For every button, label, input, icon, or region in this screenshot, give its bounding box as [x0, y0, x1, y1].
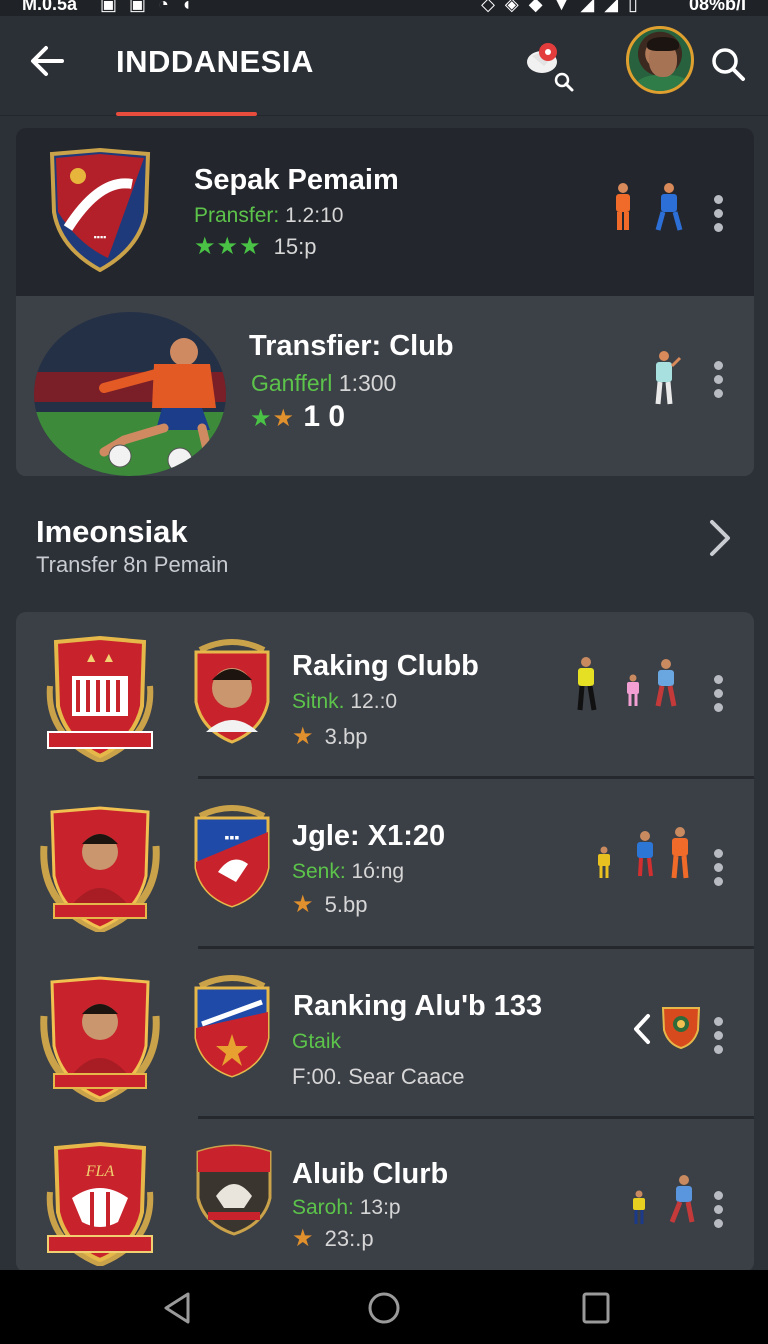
whistle-search-icon: [527, 43, 574, 92]
nav-recents-icon[interactable]: [576, 1288, 616, 1328]
club-badge-icon: [661, 1007, 701, 1050]
more-options-button[interactable]: [708, 358, 728, 398]
more-options-button[interactable]: [708, 672, 728, 712]
status-notification-icons: ▣▣◔◖: [100, 0, 204, 14]
section-subtitle: Transfer 8n Pemain: [36, 552, 229, 577]
section-header[interactable]: Imeonsiak Transfer 8n Pemain: [0, 490, 768, 600]
featured-subtitle: Ganfferl 1:300: [251, 370, 397, 396]
back-button[interactable]: [26, 40, 68, 82]
status-bar: M.0.5a ▣▣◔◖ ◇◈◆▼◢◢▯ 08%b/I: [0, 0, 768, 16]
player-crest-icon: [194, 639, 270, 744]
list-item-title: Aluib Clurb: [292, 1158, 449, 1190]
divider: [198, 1116, 754, 1119]
section-title: Imeonsiak: [36, 514, 188, 549]
player-figure-icon: [616, 183, 630, 230]
club-crest-icon: FLA: [46, 1142, 154, 1266]
search-icon: [712, 48, 745, 81]
featured-row[interactable]: Transfier: Club Ganfferl 1:300 ★★ 1 0: [16, 296, 754, 476]
page-title: INDDANESIA: [116, 44, 314, 79]
list-item-title: Ranking Alu'b 133: [293, 990, 543, 1022]
featured-card: ▪▪▪▪ Sepak Pemaim Pransfer: 1.2:10 ★★★ 1…: [16, 128, 754, 476]
player-figure-icon: [671, 827, 689, 879]
list-item-subtitle: Sitnk. 12.:0: [292, 690, 398, 713]
status-time: M.0.5a: [22, 0, 78, 14]
svg-text:▲ ▲: ▲ ▲: [84, 649, 116, 665]
chevron-right-icon[interactable]: [700, 518, 736, 558]
featured-row[interactable]: ▪▪▪▪ Sepak Pemaim Pransfer: 1.2:10 ★★★ 1…: [16, 128, 754, 296]
star-icon: ★: [292, 1225, 314, 1252]
player-figure-icon: [598, 846, 610, 878]
club-crest-icon: ▲ ▲: [46, 636, 154, 762]
featured-rating: ★★ 1 0: [250, 400, 346, 433]
player-figure-icon: [655, 659, 677, 707]
featured-title: Sepak Pemaim: [194, 164, 399, 196]
star-icon: ★: [239, 233, 261, 260]
list-item[interactable]: Ranking Alu'b 133 Gtaik F:00. Sear Caace: [16, 950, 754, 1118]
club-crest-icon: ▪▪▪: [194, 805, 270, 908]
svg-text:FLA: FLA: [85, 1163, 115, 1180]
list-item-title: Raking Clubb: [292, 650, 479, 682]
list-item-subtitle: Saroh: 13:p: [292, 1196, 401, 1219]
featured-rating: ★★★ 15:p: [194, 233, 317, 260]
battery-level: 08%b/I: [688, 0, 746, 14]
svg-text:▪▪▪▪: ▪▪▪▪: [94, 232, 107, 242]
system-nav-bar: [0, 1270, 768, 1344]
star-icon: ★: [216, 233, 239, 260]
player-figure-icon: [655, 183, 683, 231]
featured-title: Transfier: Club: [249, 330, 454, 362]
list-item[interactable]: ▲ ▲ Raking Clubb Sitnk. 12.:0 ★ 3.bp: [16, 612, 754, 780]
star-icon: ★: [194, 233, 216, 260]
list-item-rating: ★ 3.bp: [292, 723, 368, 750]
divider: [198, 946, 754, 949]
star-icon: ★: [272, 405, 295, 432]
player-crest-icon: [40, 976, 160, 1102]
player-figure-icon: [669, 1175, 695, 1223]
player-figure-icon: [655, 351, 682, 405]
list-item[interactable]: ▪▪▪ Jgle: X1:20 Senk: 1ó:ng ★ 5.bp: [16, 780, 754, 948]
club-crest-icon: [194, 975, 270, 1078]
list-item-subtitle: Gtaik: [292, 1030, 342, 1053]
whistle-search-button[interactable]: [522, 40, 578, 96]
list-item-title: Jgle: X1:20: [292, 820, 446, 852]
more-options-button[interactable]: [708, 192, 728, 232]
featured-subtitle: Pransfer: 1.2:10: [194, 204, 344, 227]
player-figure-icon: [633, 1190, 645, 1224]
status-signal-icons: ◇◈◆▼◢◢▯: [481, 0, 648, 14]
ranking-list: ▲ ▲ Raking Clubb Sitnk. 12.:0 ★ 3.bp ▪▪▪…: [16, 612, 754, 1272]
player-photo: [34, 312, 226, 476]
club-crest-icon: [196, 1144, 272, 1236]
club-crest-icon: ▪▪▪▪: [49, 148, 151, 272]
star-icon: ★: [292, 891, 314, 918]
arrow-left-icon: [31, 46, 64, 76]
profile-avatar[interactable]: [626, 26, 694, 94]
list-item-rating: ★ 5.bp: [292, 891, 368, 918]
player-figure-icon: [627, 674, 639, 706]
list-item-subtitle: Senk: 1ó:ng: [292, 860, 405, 883]
active-tab-indicator: [116, 112, 257, 116]
nav-back-icon[interactable]: [158, 1288, 198, 1328]
more-options-button[interactable]: [708, 1014, 728, 1054]
star-icon: ★: [250, 405, 272, 432]
more-options-button[interactable]: [708, 1188, 728, 1228]
list-item-rating: F:00. Sear Caace: [292, 1064, 465, 1089]
player-crest-icon: [40, 806, 160, 932]
chevron-left-icon[interactable]: [630, 1012, 654, 1046]
search-button[interactable]: [708, 44, 748, 84]
list-item-rating: ★ 23:.p: [292, 1225, 374, 1252]
app-bar: INDDANESIA: [0, 16, 768, 116]
nav-home-icon[interactable]: [364, 1288, 404, 1328]
more-options-button[interactable]: [708, 846, 728, 886]
divider: [198, 776, 754, 779]
player-figure-icon: [577, 657, 597, 711]
star-icon: ★: [292, 723, 314, 750]
list-item[interactable]: FLA Aluib Clurb Saroh: 13:p ★ 23:.p: [16, 1120, 754, 1272]
svg-text:▪▪▪: ▪▪▪: [225, 829, 240, 845]
player-figure-icon: [637, 831, 653, 877]
